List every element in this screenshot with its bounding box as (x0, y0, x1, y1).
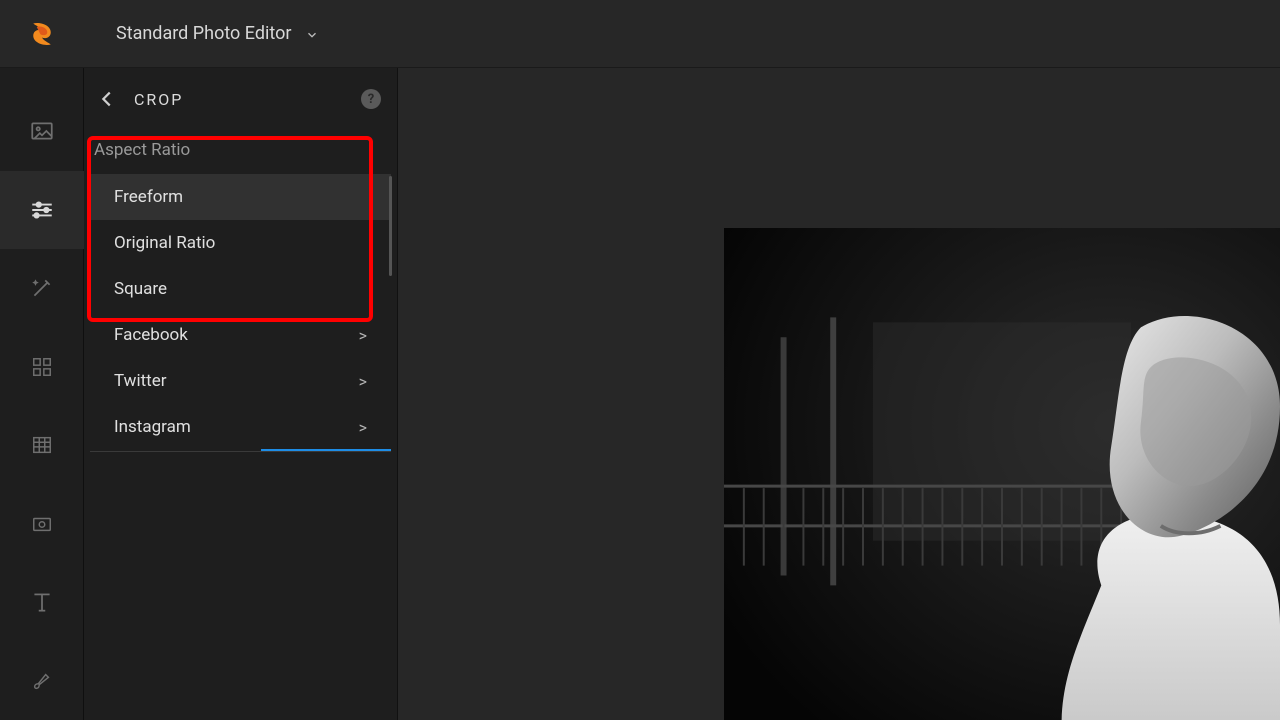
ratio-option-instagram[interactable]: Instagram > (90, 404, 391, 450)
panel-header: CROP ? (84, 68, 397, 130)
help-icon[interactable]: ? (361, 89, 381, 109)
rail-adjust-icon[interactable] (0, 171, 84, 250)
rail-text-icon[interactable] (0, 563, 84, 642)
top-bar: Standard Photo Editor (0, 0, 1280, 68)
list-item-label: Facebook (114, 325, 188, 345)
rail-grid-icon[interactable] (0, 328, 84, 407)
aspect-ratio-list: Freeform Original Ratio Square Facebook … (90, 174, 391, 452)
app-title[interactable]: Standard Photo Editor (116, 23, 291, 44)
ratio-option-twitter[interactable]: Twitter > (90, 358, 391, 404)
rail-wand-icon[interactable] (0, 249, 84, 328)
list-item-label: Instagram (114, 417, 191, 437)
list-item-label: Freeform (114, 187, 183, 207)
expand-icon: > (359, 326, 367, 345)
list-item-label: Twitter (114, 371, 166, 391)
active-underline (261, 449, 391, 451)
list-item-label: Square (114, 279, 167, 299)
ratio-option-square[interactable]: Square (90, 266, 391, 312)
section-aspect-ratio-label: Aspect Ratio (84, 130, 397, 174)
expand-icon: > (359, 372, 367, 391)
panel-title: CROP (134, 90, 345, 109)
left-rail (0, 68, 84, 720)
ratio-option-facebook[interactable]: Facebook > (90, 312, 391, 358)
rail-camera-icon[interactable] (0, 485, 84, 564)
scrollbar[interactable] (389, 176, 392, 276)
ratio-option-original[interactable]: Original Ratio (90, 220, 391, 266)
rail-table-icon[interactable] (0, 406, 84, 485)
crop-panel: CROP ? Aspect Ratio Freeform Original Ra… (84, 68, 398, 720)
back-icon[interactable] (96, 88, 118, 110)
rail-image-icon[interactable] (0, 92, 84, 171)
rail-brush-icon[interactable] (0, 642, 84, 720)
main-area: CROP ? Aspect Ratio Freeform Original Ra… (0, 68, 1280, 720)
app-logo-icon (28, 20, 56, 48)
expand-icon: > (359, 418, 367, 437)
canvas-area[interactable] (398, 68, 1280, 720)
image-preview[interactable] (724, 228, 1280, 720)
chevron-down-icon[interactable] (305, 27, 319, 41)
ratio-option-freeform[interactable]: Freeform (90, 174, 391, 220)
list-item-label: Original Ratio (114, 233, 215, 253)
